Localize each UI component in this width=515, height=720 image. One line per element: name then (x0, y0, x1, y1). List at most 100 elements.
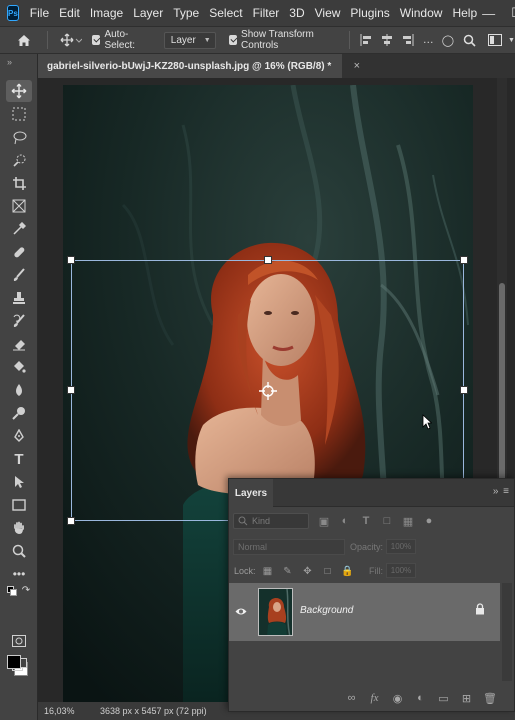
type-filter-icon[interactable]: T (359, 514, 373, 528)
transform-handle-middle-left[interactable] (67, 386, 75, 394)
layers-scrollbar[interactable] (502, 583, 512, 681)
menu-layer[interactable]: Layer (128, 0, 168, 26)
move-tool-preset-icon[interactable] (60, 33, 83, 47)
home-icon[interactable] (12, 34, 35, 47)
opacity-field[interactable]: 100% (386, 539, 416, 554)
delete-layer-icon[interactable]: 🗑 (483, 692, 497, 705)
new-layer-icon[interactable]: ⊞ (460, 692, 473, 705)
menu-select[interactable]: Select (204, 0, 247, 26)
close-icon[interactable]: × (354, 60, 360, 72)
link-layers-icon[interactable]: ∞ (345, 692, 358, 704)
blur-tool-icon[interactable] (6, 379, 32, 401)
healing-brush-tool-icon[interactable] (6, 241, 32, 263)
align-right-icon[interactable] (402, 34, 414, 46)
auto-select-target-dropdown[interactable]: Layer ▼ (163, 31, 216, 49)
default-colors-icon[interactable] (6, 586, 18, 596)
menu-help[interactable]: Help (447, 0, 482, 26)
workspace-icon[interactable] (488, 34, 503, 46)
zoom-level[interactable]: 16,03% (38, 706, 100, 716)
lock-artboard-icon[interactable]: □ (321, 565, 334, 578)
menu-3d[interactable]: 3D (284, 0, 309, 26)
auto-select-checkbox[interactable] (92, 35, 101, 45)
layer-filter-row: Kind ▣ ◐ T □ ▦ ● (229, 508, 514, 532)
hand-tool-icon[interactable] (6, 517, 32, 539)
filter-kind-dropdown[interactable]: Kind (233, 513, 309, 529)
opacity-label: Opacity: (350, 542, 384, 552)
move-tool-icon[interactable] (6, 80, 32, 102)
shape-filter-icon[interactable]: □ (380, 514, 394, 528)
fill-field[interactable]: 100% (386, 563, 416, 578)
reference-point-icon[interactable] (259, 382, 277, 400)
lock-image-icon[interactable]: ✎ (281, 565, 294, 578)
chevron-down-icon[interactable]: ▼ (508, 37, 515, 44)
object-select-tool-icon[interactable] (6, 149, 32, 171)
filter-toggle-icon[interactable]: ● (422, 514, 436, 528)
show-transform-checkbox[interactable] (228, 35, 238, 45)
pixel-filter-icon[interactable]: ▣ (317, 514, 331, 528)
eraser-tool-icon[interactable] (6, 333, 32, 355)
layer-row-background[interactable]: Background (229, 583, 500, 641)
minimize-button[interactable]: — (482, 6, 495, 21)
lasso-tool-icon[interactable] (6, 126, 32, 148)
quick-mask-mode-icon[interactable] (6, 630, 32, 652)
lock-row: Lock: ▦ ✎ ✥ □ 🔒 Fill: 100% (229, 559, 514, 583)
search-icon[interactable] (463, 34, 476, 47)
visibility-eye-icon[interactable] (235, 605, 247, 619)
menu-edit[interactable]: Edit (54, 0, 85, 26)
frame-tool-icon[interactable] (6, 195, 32, 217)
crop-tool-icon[interactable] (6, 172, 32, 194)
transform-handle-top-center[interactable] (264, 256, 272, 264)
maximize-button[interactable]: ☐ (511, 5, 515, 21)
lock-transparent-icon[interactable]: ▦ (261, 565, 274, 578)
marquee-tool-icon[interactable] (6, 103, 32, 125)
zoom-tool-icon[interactable] (6, 540, 32, 562)
layer-lock-icon[interactable] (475, 603, 485, 618)
menu-window[interactable]: Window (395, 0, 448, 26)
adjustment-layer-icon[interactable]: ◐ (414, 692, 427, 704)
new-group-icon[interactable]: ▭ (437, 692, 450, 705)
panel-menu-icon[interactable]: » ≡ (493, 486, 510, 497)
smart-object-filter-icon[interactable]: ▦ (401, 514, 415, 528)
divider (47, 31, 49, 49)
layer-style-icon[interactable]: fx (368, 692, 381, 704)
lock-all-icon[interactable]: 🔒 (341, 565, 354, 578)
paint-bucket-tool-icon[interactable] (6, 356, 32, 378)
transform-handle-bottom-left[interactable] (67, 517, 75, 525)
layer-thumbnail[interactable] (258, 588, 293, 636)
lock-position-icon[interactable]: ✥ (301, 565, 314, 578)
menu-file[interactable]: File (25, 0, 54, 26)
more-options-icon[interactable]: … (423, 34, 434, 46)
more-tools-icon[interactable]: ••• (6, 563, 32, 585)
adjustment-filter-icon[interactable]: ◐ (338, 514, 352, 528)
menu-plugins[interactable]: Plugins (345, 0, 394, 26)
menu-type[interactable]: Type (168, 0, 204, 26)
menu-view[interactable]: View (310, 0, 346, 26)
history-brush-tool-icon[interactable] (6, 310, 32, 332)
rectangle-tool-icon[interactable] (6, 494, 32, 516)
document-info[interactable]: 3638 px x 5457 px (72 ppi) (100, 706, 207, 716)
collapse-toolbar-icon[interactable]: » (7, 57, 12, 67)
path-select-tool-icon[interactable] (6, 471, 32, 493)
document-tab[interactable]: gabriel-silverio-bUwjJ-KZ280-unsplash.jp… (38, 54, 360, 78)
layers-tab[interactable]: Layers (229, 479, 273, 507)
dodge-tool-icon[interactable] (6, 402, 32, 424)
swap-colors-icon[interactable]: ↷ (20, 584, 32, 596)
transform-handle-top-left[interactable] (67, 256, 75, 264)
type-tool-icon[interactable]: T (6, 448, 32, 470)
menu-filter[interactable]: Filter (248, 0, 285, 26)
align-center-icon[interactable] (381, 34, 393, 46)
pen-tool-icon[interactable] (6, 425, 32, 447)
transform-handle-middle-right[interactable] (460, 386, 468, 394)
divider (348, 31, 350, 49)
clone-stamp-tool-icon[interactable] (6, 287, 32, 309)
blend-mode-dropdown[interactable]: Normal (233, 539, 345, 555)
brush-tool-icon[interactable] (6, 264, 32, 286)
eyedropper-tool-icon[interactable] (6, 218, 32, 240)
transform-handle-top-right[interactable] (460, 256, 468, 264)
layer-name[interactable]: Background (300, 605, 353, 616)
add-mask-icon[interactable]: ◉ (391, 692, 404, 705)
3d-mode-icon[interactable]: ◯ (442, 34, 454, 47)
foreground-color-swatch[interactable] (7, 655, 21, 669)
align-left-icon[interactable] (360, 34, 372, 46)
menu-image[interactable]: Image (85, 0, 128, 26)
